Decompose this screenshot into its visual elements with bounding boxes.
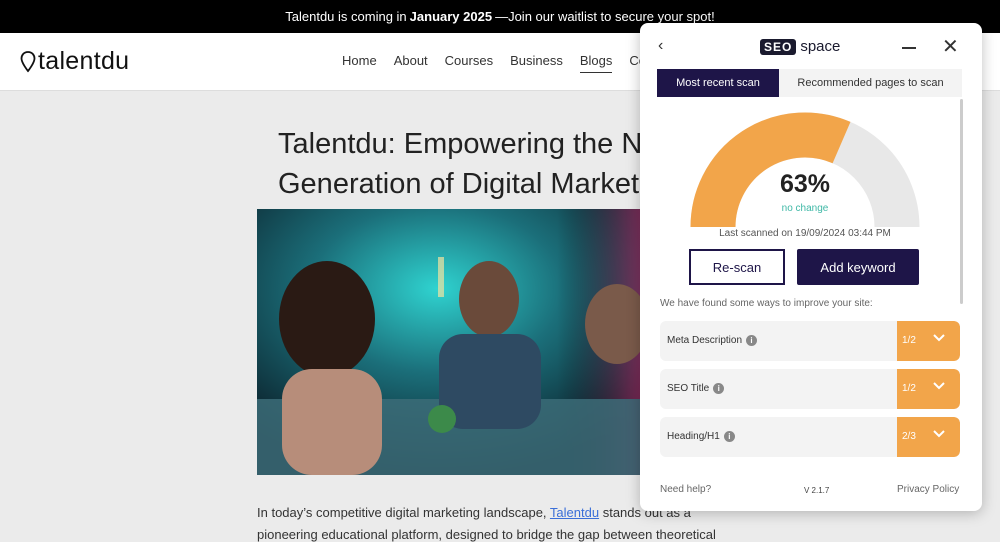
info-icon[interactable]: i	[723, 431, 735, 442]
issue-score: 1/2	[902, 335, 916, 346]
close-icon[interactable]: ✕	[942, 37, 959, 57]
nav-item-business[interactable]: Business	[510, 53, 563, 73]
add-keyword-button[interactable]: Add keyword	[797, 249, 919, 285]
scan-tabs: Most recent scan Recommended pages to sc…	[657, 69, 962, 97]
nav-item-about[interactable]: About	[394, 53, 428, 73]
location-pin-icon	[20, 50, 36, 72]
panel-scrollbar[interactable]	[960, 99, 963, 304]
nav-item-blogs[interactable]: Blogs	[579, 53, 613, 73]
issue-heading-h1[interactable]: Heading/H1 i 2/3	[660, 417, 960, 457]
need-help-link[interactable]: Need help?	[660, 484, 711, 495]
privacy-policy-link[interactable]: Privacy Policy	[897, 484, 959, 495]
nav-item-courses[interactable]: Courses	[445, 53, 493, 73]
chevron-down-icon[interactable]	[933, 429, 945, 439]
article-title: Talentdu: Empowering the Next Generation…	[278, 128, 681, 200]
seo-space-logo: SEO space	[760, 38, 840, 55]
brand-text: space	[800, 38, 841, 55]
site-logo[interactable]: talentdu	[20, 47, 129, 76]
chevron-down-icon[interactable]	[933, 333, 945, 343]
seo-badge: SEO	[760, 38, 797, 55]
announcement-prefix: Talentdu is coming in	[285, 9, 407, 24]
issue-label: Meta Description	[667, 335, 743, 346]
issue-seo-title[interactable]: SEO Title i 1/2	[660, 369, 960, 409]
article-intro-before: In today’s competitive digital marketing…	[257, 505, 547, 520]
article-hero-image	[257, 209, 657, 475]
tab-recommended-pages[interactable]: Recommended pages to scan	[779, 69, 962, 97]
chevron-down-icon[interactable]	[933, 381, 945, 391]
seo-space-panel: ‹ SEO space ✕ Most recent scan Recommend…	[640, 23, 982, 511]
issue-label: Heading/H1	[667, 431, 720, 442]
tab-most-recent-scan[interactable]: Most recent scan	[657, 69, 779, 97]
rescan-button[interactable]: Re-scan	[689, 249, 785, 285]
info-icon[interactable]: i	[746, 335, 758, 346]
info-icon[interactable]: i	[713, 383, 725, 394]
score-value: 63%	[779, 170, 831, 198]
talentdu-link[interactable]: Talentdu	[550, 505, 599, 520]
improve-text: We have found some ways to improve your …	[660, 298, 873, 309]
announcement-highlight: January 2025	[409, 9, 493, 24]
minimize-icon[interactable]	[902, 47, 916, 49]
back-icon[interactable]: ‹	[658, 37, 663, 55]
last-scanned-text: Last scanned on 19/09/2024 03:44 PM	[719, 228, 891, 239]
issue-score: 1/2	[902, 383, 916, 394]
nav-item-home[interactable]: Home	[342, 53, 377, 73]
logo-text: talentdu	[38, 47, 130, 75]
issue-label: SEO Title	[667, 383, 710, 394]
version-label: V 2.1.7	[804, 486, 830, 495]
issue-score: 2/3	[902, 431, 916, 442]
announcement-suffix: —Join our waitlist to secure your spot!	[495, 9, 715, 24]
issue-meta-description[interactable]: Meta Description i 1/2	[660, 321, 960, 361]
main-nav: Home About Courses Business Blogs Contac…	[342, 53, 674, 73]
score-change: no change	[781, 203, 829, 214]
